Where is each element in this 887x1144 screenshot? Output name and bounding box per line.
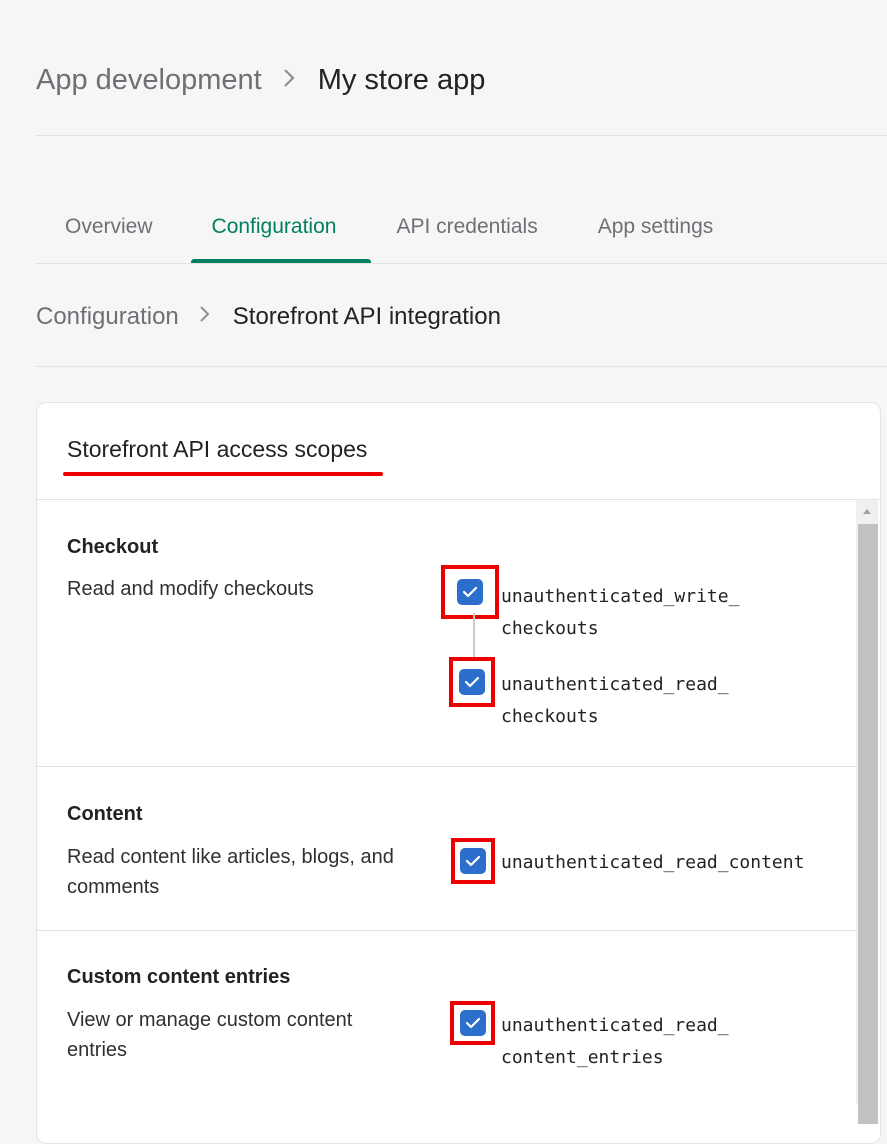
checkmark-icon xyxy=(462,586,478,598)
scrollbar[interactable] xyxy=(856,500,878,1124)
checkmark-icon xyxy=(464,676,480,688)
chevron-right-icon xyxy=(282,64,296,97)
scope-label: unauthenticated_read_ content_entries xyxy=(501,1015,729,1068)
scope-connector-line xyxy=(473,613,475,661)
scrollbar-thumb[interactable] xyxy=(858,524,878,1124)
tab-api-credentials[interactable]: API credentials xyxy=(360,200,561,254)
breadcrumb: App development My store app xyxy=(36,60,485,100)
section-description: View or manage custom content entries xyxy=(67,1009,353,1061)
checkbox-unauthenticated-write-checkouts[interactable] xyxy=(457,579,483,605)
checkbox-highlight xyxy=(441,565,499,619)
tab-bar: Overview Configuration API credentials A… xyxy=(36,200,737,264)
section-description: Read and modify checkouts xyxy=(67,578,314,600)
checkmark-icon xyxy=(465,855,481,867)
card-header-divider xyxy=(37,499,880,500)
page-title: My store app xyxy=(317,63,486,96)
tab-configuration[interactable]: Configuration xyxy=(177,200,361,254)
sub-breadcrumb-parent-link[interactable]: Configuration xyxy=(36,303,179,331)
scroll-up-arrow-icon[interactable] xyxy=(856,500,878,522)
tabs-divider xyxy=(36,263,887,264)
sub-page-title: Storefront API integration xyxy=(232,303,501,330)
section-title: Content xyxy=(67,803,143,825)
sub-breadcrumb-divider xyxy=(36,366,887,367)
scope-label: unauthenticated_read_ checkouts xyxy=(501,674,729,727)
checkbox-highlight xyxy=(451,838,495,884)
card-title: Storefront API access scopes xyxy=(67,436,368,462)
section-title: Custom content entries xyxy=(67,966,291,988)
checkmark-icon xyxy=(465,1017,480,1029)
section-description: Read content like articles, blogs, and c… xyxy=(67,846,394,898)
section-divider xyxy=(37,930,857,931)
section-divider xyxy=(37,766,857,767)
access-scopes-card: Storefront API access scopes Checkout Re… xyxy=(36,402,881,1144)
checkbox-highlight xyxy=(449,657,495,707)
breadcrumb-parent-link[interactable]: App development xyxy=(36,64,262,97)
sub-breadcrumb: Configuration Storefront API integration xyxy=(36,298,501,336)
checkbox-unauthenticated-read-checkouts[interactable] xyxy=(459,669,485,695)
scope-label: unauthenticated_write_ checkouts xyxy=(501,586,740,639)
checkbox-unauthenticated-read-content-entries[interactable] xyxy=(459,1010,486,1036)
tab-overview[interactable]: Overview xyxy=(36,200,177,254)
chevron-right-icon xyxy=(199,303,211,331)
checkbox-unauthenticated-read-content[interactable] xyxy=(460,848,486,874)
scope-label: unauthenticated_read_content xyxy=(501,852,805,873)
header-divider xyxy=(36,135,887,136)
tab-app-settings[interactable]: App settings xyxy=(562,200,738,254)
checkbox-highlight xyxy=(450,1001,495,1045)
title-highlight-underline xyxy=(63,472,383,476)
section-title: Checkout xyxy=(67,536,159,558)
